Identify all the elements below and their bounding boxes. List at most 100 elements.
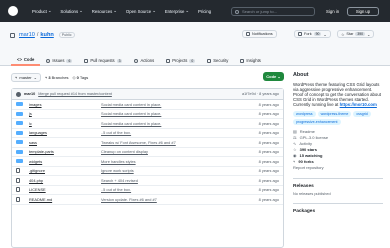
file-icon bbox=[16, 177, 20, 183]
file-name-link[interactable]: js bbox=[29, 111, 101, 116]
file-name-link[interactable]: widgets bbox=[29, 159, 101, 164]
file-commit-time: 8 years ago bbox=[258, 158, 279, 164]
nav-enterprise[interactable]: Enterprise ⌄ bbox=[165, 8, 189, 14]
table-row[interactable]: README.md Version update. Fixes #6 and #7… bbox=[12, 195, 283, 205]
global-header: Product ⌄ Solutions ⌄ Resources ⌄ Open Sour… bbox=[0, 0, 390, 22]
file-commit-message[interactable]: ..5 out of the box. bbox=[101, 130, 221, 135]
visibility-badge: Public bbox=[58, 32, 75, 38]
file-name-link[interactable]: languages bbox=[29, 130, 101, 135]
report-link[interactable]: Report repository bbox=[293, 165, 383, 171]
tab-insights[interactable]: Insights bbox=[234, 55, 266, 66]
table-row[interactable]: 404.php Search + 404 revised 8 years ago bbox=[12, 176, 283, 186]
fork-button[interactable]: Fork 90 ⌄ bbox=[294, 30, 331, 38]
tab-security[interactable]: Security bbox=[201, 55, 234, 66]
file-name-link[interactable]: sass bbox=[29, 140, 101, 145]
commit-sha[interactable]: a1f7e9d · 8 years ago bbox=[242, 92, 279, 96]
global-nav: Product ⌄ Solutions ⌄ Resources ⌄ Open Sour… bbox=[32, 8, 211, 14]
tab-issues[interactable]: Issues 6 bbox=[40, 55, 78, 66]
releases-text: No releases published bbox=[293, 192, 331, 196]
issue-icon bbox=[46, 58, 51, 63]
nav-resources[interactable]: Resources ⌄ bbox=[92, 8, 117, 14]
code-button[interactable]: Code ⌄ bbox=[263, 72, 284, 81]
file-commit-message[interactable]: Version update. Fixes #6 and #7 bbox=[101, 197, 221, 202]
file-name-link[interactable]: lc bbox=[29, 121, 101, 126]
file-name-link[interactable]: 404.php bbox=[29, 178, 101, 183]
nav-pricing[interactable]: Pricing bbox=[198, 8, 211, 14]
file-name-link[interactable]: template-parts bbox=[29, 149, 101, 154]
file-commit-time: 8 years ago bbox=[258, 168, 279, 174]
github-logo-icon[interactable] bbox=[8, 6, 18, 16]
sign-in-link[interactable]: Sign in bbox=[326, 9, 339, 14]
play-icon bbox=[134, 58, 139, 63]
search-input[interactable]: Search or jump to... bbox=[231, 7, 315, 16]
repo-name-link[interactable]: kuhn bbox=[40, 32, 53, 38]
search-icon bbox=[235, 9, 239, 14]
folder-icon bbox=[16, 111, 23, 116]
topic-tag[interactable]: cssgrid bbox=[353, 111, 371, 117]
repo-owner-link[interactable]: mar10 bbox=[19, 32, 35, 38]
file-name-link[interactable]: images bbox=[29, 102, 101, 107]
file-name-link[interactable]: LICENSE bbox=[29, 187, 101, 192]
chevron-down-icon: ⌄ bbox=[47, 8, 52, 13]
avatar[interactable] bbox=[16, 91, 21, 97]
commit-message[interactable]: Merge pull request #14 from master/conte… bbox=[38, 92, 112, 96]
tab-pull-requests[interactable]: Pull requests 3 bbox=[78, 55, 128, 66]
search-placeholder: Search or jump to... bbox=[242, 9, 277, 14]
table-row[interactable]: js Social media card content in place. 8 y… bbox=[12, 110, 283, 119]
file-commit-time: 8 years ago bbox=[258, 187, 279, 193]
packages-heading[interactable]: Packages bbox=[293, 203, 383, 214]
topic-tag[interactable]: progressive-enhancement bbox=[293, 119, 341, 125]
repo-meta: ▤ Readme ⚖ GPL-3.0 license ∿ Activity ☆ 390 … bbox=[293, 129, 383, 171]
tab-code[interactable]: <> Code bbox=[11, 55, 41, 66]
tab-projects[interactable]: Projects 0 bbox=[160, 55, 201, 66]
table-row[interactable]: LICENSE ..5 out of the box. 8 years ago bbox=[12, 186, 283, 195]
table-icon bbox=[166, 58, 171, 63]
topic-tag[interactable]: wordpress-theme bbox=[317, 111, 352, 117]
shield-icon bbox=[207, 58, 212, 63]
branches-link[interactable]: ⑂ 3 Branches bbox=[45, 75, 69, 80]
latest-commit: mar10 Merge pull request #14 from master… bbox=[12, 89, 283, 100]
file-name-link[interactable]: README.md bbox=[29, 197, 101, 202]
file-commit-message[interactable]: Social media card content in place. bbox=[101, 102, 221, 107]
table-row[interactable]: lc Social media card content in place. 8 y… bbox=[12, 119, 283, 129]
nav-solutions[interactable]: Solutions ⌄ bbox=[60, 8, 82, 14]
file-commit-message[interactable]: ..5 out of the box. bbox=[101, 187, 221, 192]
file-commit-message[interactable]: Cleanup on content display bbox=[101, 149, 221, 154]
file-commit-time: 8 years ago bbox=[258, 177, 279, 183]
table-row[interactable]: .gitignore Ignore work scripts 8 years ago bbox=[12, 167, 283, 176]
file-commit-message[interactable]: Tweaks w/ Font Awesome, Fixes #6 and #7 bbox=[101, 140, 221, 145]
file-commit-time: 8 years ago bbox=[258, 149, 279, 155]
file-commit-message[interactable]: Search + 404 revised bbox=[101, 178, 221, 183]
tags-link[interactable]: ◇ 0 Tags bbox=[73, 75, 89, 80]
file-commit-message[interactable]: Ignore work scripts bbox=[101, 168, 221, 173]
nav-product[interactable]: Product ⌄ bbox=[32, 8, 51, 14]
table-row[interactable]: template-parts Cleanup on content display… bbox=[12, 148, 283, 157]
file-commit-time: 8 years ago bbox=[258, 139, 279, 145]
branch-icon: ⑂ bbox=[15, 74, 18, 80]
file-commit-time: 8 years ago bbox=[258, 111, 279, 117]
table-row[interactable]: widgets More handles styles 8 years ago bbox=[12, 157, 283, 167]
branch-select[interactable]: ⑂ master ⌄ bbox=[11, 72, 41, 82]
commit-author[interactable]: mar10 bbox=[24, 92, 35, 96]
table-row[interactable]: languages ..5 out of the box. 8 years ago bbox=[12, 129, 283, 138]
file-commit-message[interactable]: More handles styles bbox=[101, 159, 221, 164]
file-commit-message[interactable]: Social media card content in place. bbox=[101, 111, 221, 116]
sign-up-button[interactable]: Sign up bbox=[347, 6, 379, 16]
chevron-down-icon: ⌄ bbox=[185, 8, 190, 13]
tab-actions[interactable]: Actions bbox=[128, 55, 160, 66]
topic-tag[interactable]: wordpress bbox=[293, 111, 316, 117]
nav-open-source[interactable]: Open Source ⌄ bbox=[126, 8, 156, 14]
file-name-link[interactable]: .gitignore bbox=[29, 168, 101, 173]
releases-heading[interactable]: Releases bbox=[293, 178, 383, 189]
homepage-link[interactable]: https://mor10.com bbox=[340, 102, 377, 107]
star-button[interactable]: ☆ Star 390 ⌄ bbox=[337, 30, 375, 38]
chevron-down-icon: ⌄ bbox=[33, 74, 37, 80]
bell-icon bbox=[246, 32, 250, 36]
file-commit-message[interactable]: Social media card content in place. bbox=[101, 121, 221, 126]
repo-tabs: <> Code Issues 6 Pull requests 3 Actions Pr… bbox=[11, 55, 267, 66]
repo-title-separator: / bbox=[36, 32, 39, 38]
notifications-button[interactable]: Notifications bbox=[242, 30, 277, 38]
star-count: 390 bbox=[355, 32, 366, 36]
table-row[interactable]: images Social media card content in place… bbox=[12, 100, 283, 110]
table-row[interactable]: sass Tweaks w/ Font Awesome, Fixes #6 and… bbox=[12, 138, 283, 148]
